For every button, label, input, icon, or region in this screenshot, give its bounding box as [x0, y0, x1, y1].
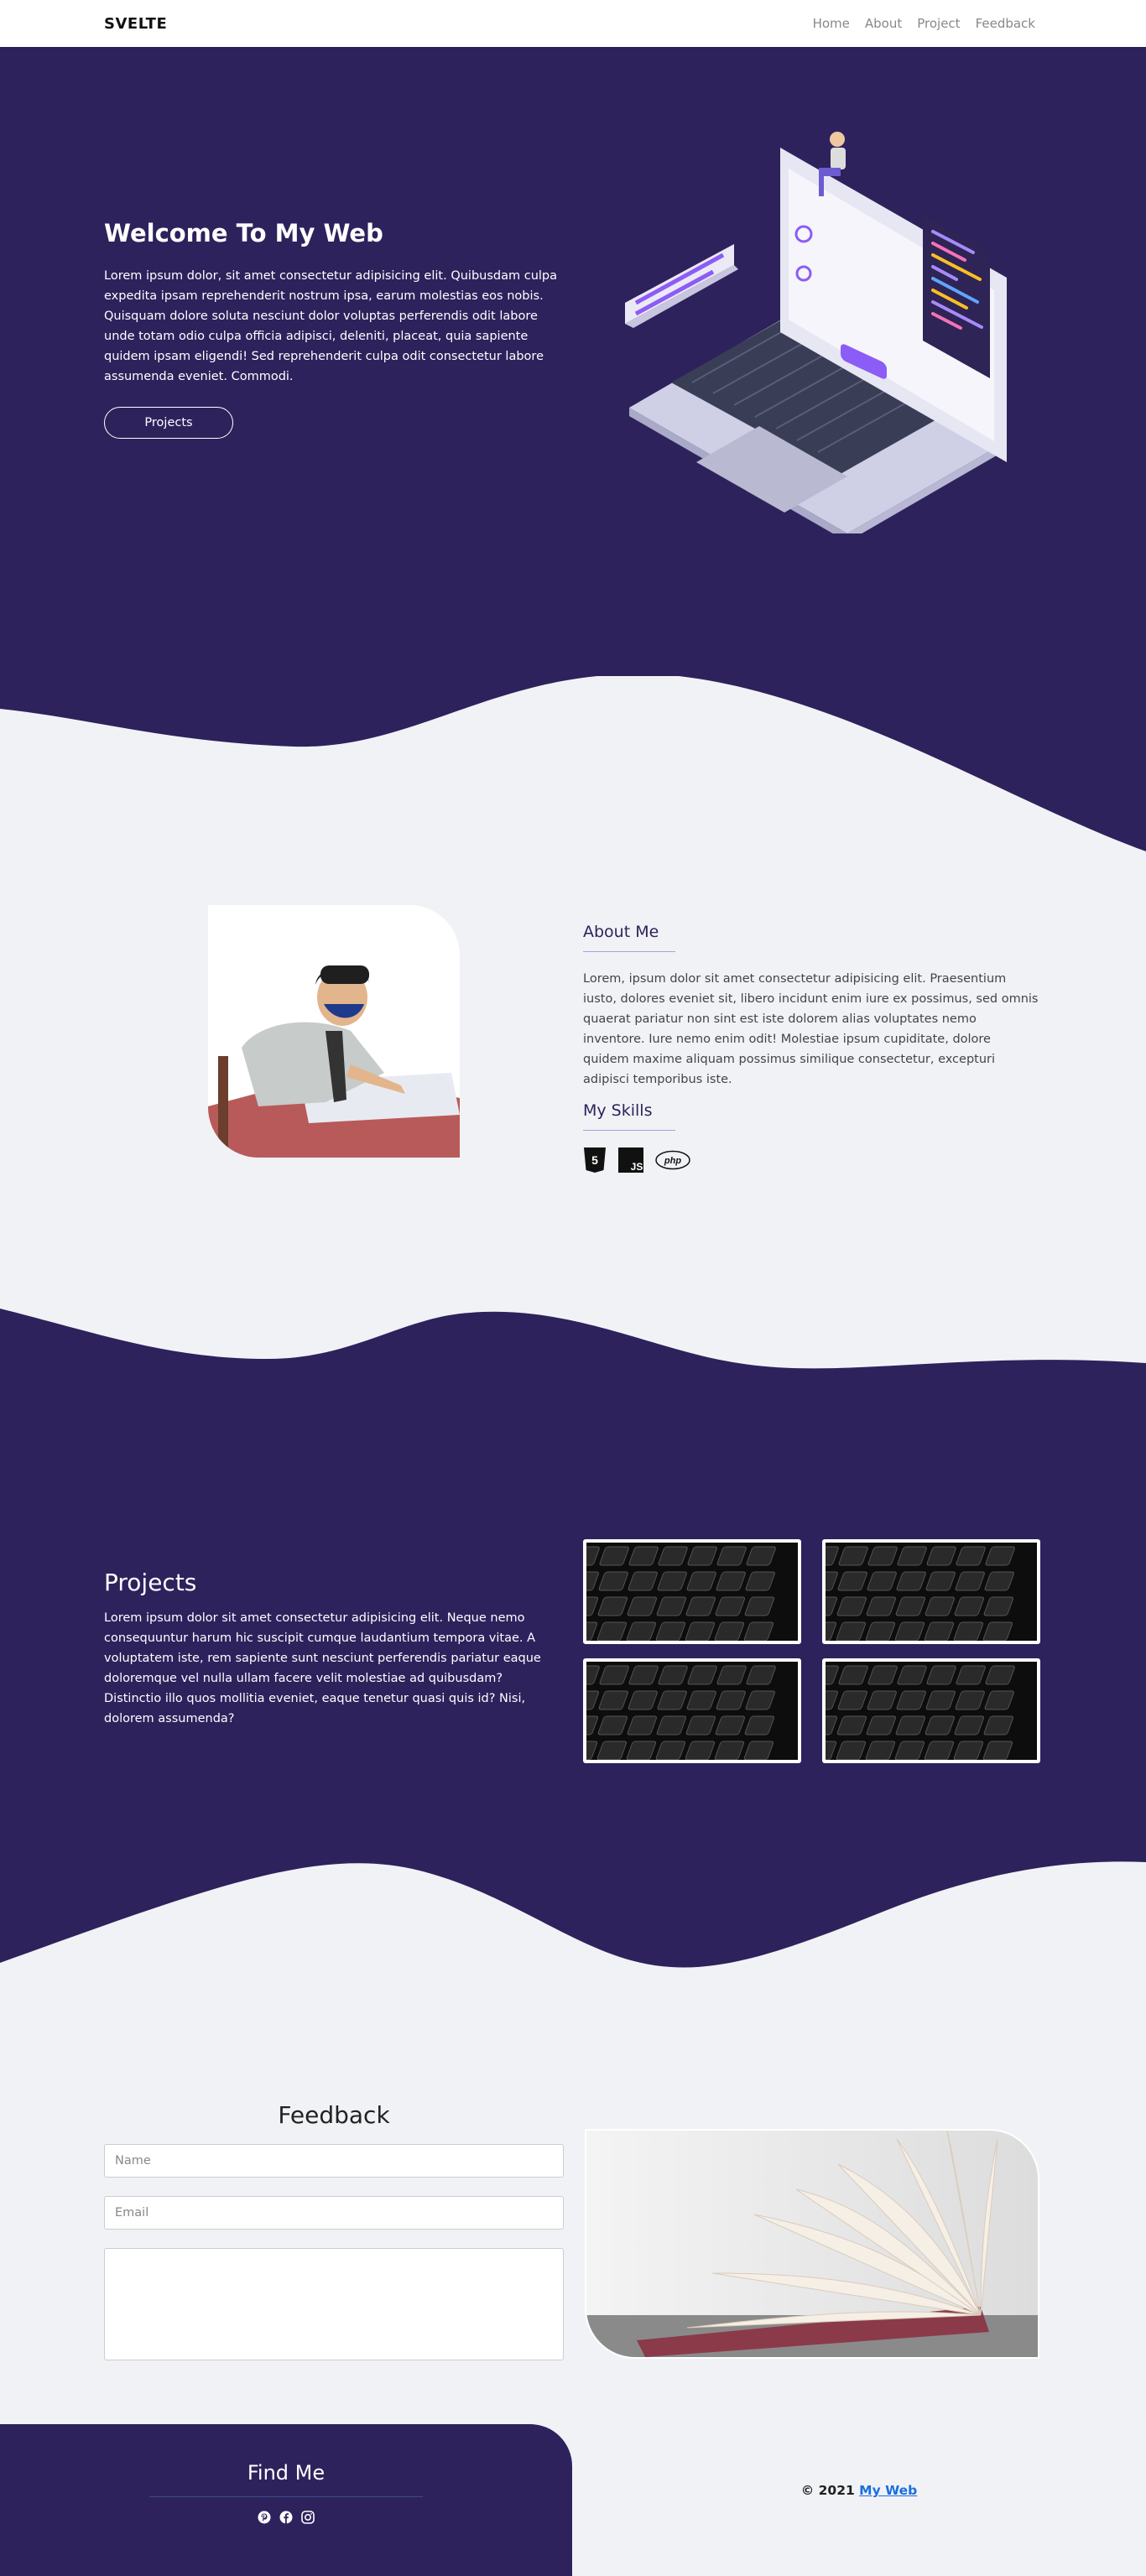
- svg-text:php: php: [664, 1156, 681, 1166]
- project-thumbnail[interactable]: [822, 1658, 1040, 1763]
- laptop-illustration: [625, 132, 1007, 533]
- profile-photo: [208, 905, 460, 1158]
- skills-title: My Skills: [583, 1101, 653, 1120]
- project-thumbnail[interactable]: [583, 1658, 801, 1763]
- project-thumbnail[interactable]: [583, 1539, 801, 1644]
- nav-link-home[interactable]: Home: [813, 16, 850, 31]
- about-title: About Me: [583, 923, 659, 941]
- navbar: SVELTE Home About Project Feedback: [0, 0, 1146, 47]
- nav-link-project[interactable]: Project: [917, 16, 960, 31]
- hero-text: Welcome To My Web Lorem ipsum dolor, sit…: [104, 219, 565, 439]
- footer-title: Find Me: [247, 2461, 326, 2485]
- email-input[interactable]: [104, 2196, 564, 2230]
- brand-logo[interactable]: SVELTE: [104, 15, 167, 33]
- wave-divider: [0, 1309, 1146, 1401]
- book-image: [585, 2129, 1039, 2359]
- svg-text:JS: JS: [631, 1161, 643, 1173]
- about-title-underline: [583, 951, 675, 952]
- hero-section: Welcome To My Web Lorem ipsum dolor, sit…: [0, 47, 1146, 676]
- svg-text:5: 5: [591, 1153, 598, 1167]
- php-icon: php: [655, 1150, 690, 1170]
- footer-divider: [149, 2496, 423, 2497]
- nav-link-feedback[interactable]: Feedback: [976, 16, 1035, 31]
- skills-list: 5 JS php: [583, 1147, 1040, 1173]
- skills-title-underline: [583, 1130, 675, 1131]
- pinterest-icon[interactable]: [258, 2511, 271, 2524]
- projects-title: Projects: [104, 1569, 197, 1596]
- projects-button[interactable]: Projects: [104, 407, 233, 439]
- html5-icon: 5: [584, 1147, 606, 1173]
- feedback-title: Feedback: [278, 2101, 390, 2129]
- wave-divider: [0, 667, 1146, 851]
- message-textarea[interactable]: [104, 2248, 564, 2360]
- social-links: [0, 2511, 572, 2524]
- project-thumbnail[interactable]: [822, 1539, 1040, 1644]
- copyright-link[interactable]: My Web: [859, 2483, 917, 2498]
- nav-links: Home About Project Feedback: [813, 16, 1035, 31]
- footer-find-me: Find Me: [0, 2424, 572, 2576]
- copyright-text: © 2021: [800, 2483, 860, 2498]
- projects-grid: [583, 1539, 1040, 1763]
- feedback-section: Feedback: [104, 2101, 564, 2379]
- instagram-icon[interactable]: [301, 2511, 315, 2524]
- facebook-icon[interactable]: [279, 2511, 293, 2524]
- about-description: Lorem, ipsum dolor sit amet consectetur …: [583, 972, 1039, 1086]
- projects-description: Lorem ipsum dolor sit amet consectetur a…: [104, 1611, 541, 1725]
- hero-description: Lorem ipsum dolor, sit amet consectetur …: [104, 269, 557, 383]
- copyright: © 2021 My Web: [572, 2483, 1146, 2498]
- name-input[interactable]: [104, 2144, 564, 2178]
- about-text: About Me Lorem, ipsum dolor sit amet con…: [583, 923, 1040, 1173]
- projects-text: Projects Lorem ipsum dolor sit amet cons…: [104, 1569, 557, 1729]
- nav-link-about[interactable]: About: [865, 16, 902, 31]
- hero-title: Welcome To My Web: [104, 219, 383, 247]
- wave-divider: [0, 1845, 1146, 1968]
- javascript-icon: JS: [618, 1147, 643, 1173]
